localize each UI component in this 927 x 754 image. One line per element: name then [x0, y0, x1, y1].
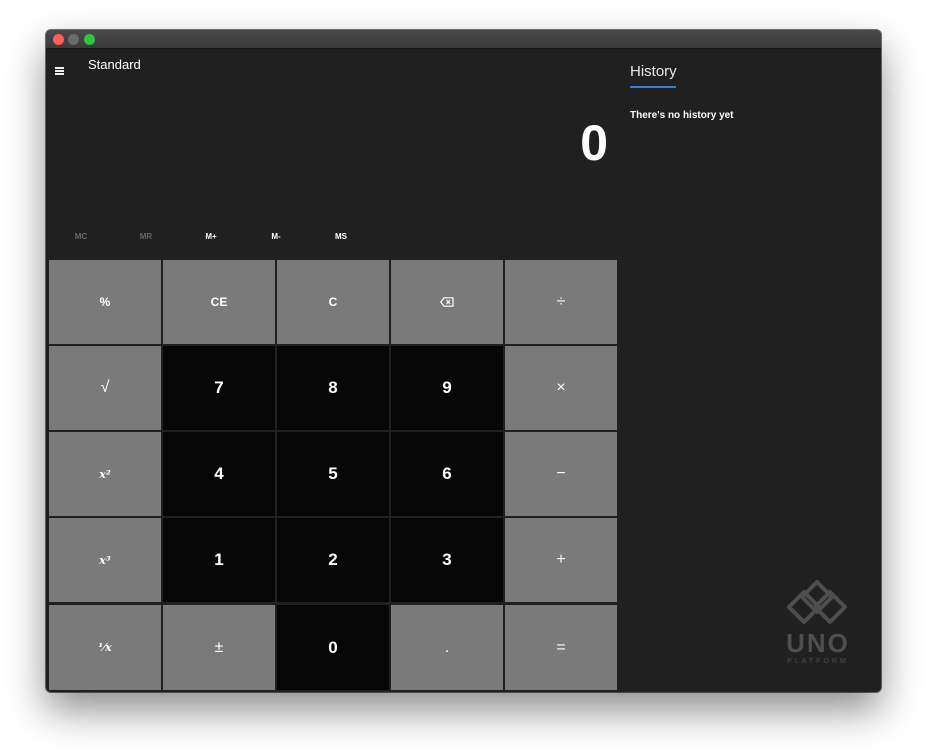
- digit-0-button[interactable]: 0: [277, 605, 389, 690]
- memory-store-button[interactable]: MS: [321, 232, 361, 244]
- minus-button[interactable]: −: [505, 432, 617, 516]
- digit-2-button[interactable]: 2: [277, 518, 389, 602]
- memory-clear-button[interactable]: MC: [61, 232, 101, 244]
- divide-button[interactable]: ÷: [505, 260, 617, 344]
- square-label: x²: [99, 467, 111, 481]
- title-bar[interactable]: [46, 30, 881, 49]
- digit-5-button[interactable]: 5: [277, 432, 389, 516]
- digit-3-button[interactable]: 3: [391, 518, 503, 602]
- multiply-button[interactable]: ×: [505, 346, 617, 430]
- hamburger-menu-icon[interactable]: [54, 65, 66, 77]
- result-display: 0: [580, 115, 608, 171]
- logo-wordmark: UNO: [786, 628, 850, 658]
- digit-8-button[interactable]: 8: [277, 346, 389, 430]
- digit-4-button[interactable]: 4: [163, 432, 275, 516]
- plus-button[interactable]: +: [505, 518, 617, 602]
- square-root-button[interactable]: √: [49, 346, 161, 430]
- decimal-button[interactable]: .: [391, 605, 503, 690]
- digit-1-button[interactable]: 1: [163, 518, 275, 602]
- digit-7-button[interactable]: 7: [163, 346, 275, 430]
- backspace-icon: [440, 297, 454, 307]
- percent-button[interactable]: %: [49, 260, 161, 344]
- mode-title: Standard: [88, 57, 141, 72]
- square-button[interactable]: x²: [49, 432, 161, 516]
- reciprocal-button[interactable]: ⅟x: [49, 605, 161, 690]
- reciprocal-label: ⅟x: [98, 641, 112, 654]
- digit-9-button[interactable]: 9: [391, 346, 503, 430]
- backspace-button[interactable]: [391, 260, 503, 344]
- close-window-button[interactable]: [53, 34, 64, 45]
- clear-button[interactable]: C: [277, 260, 389, 344]
- maximize-window-button[interactable]: [84, 34, 95, 45]
- calculator-window: Standard 0 MC MR M+ M- MS % CE C ÷ √ 7 8…: [46, 30, 881, 692]
- cube-label: x³: [99, 553, 111, 567]
- memory-subtract-button[interactable]: M-: [256, 232, 296, 244]
- logo-tagline: PLATFORM: [787, 658, 849, 665]
- cube-button[interactable]: x³: [49, 518, 161, 602]
- minimize-window-button[interactable]: [68, 34, 79, 45]
- history-tab[interactable]: History: [630, 63, 677, 80]
- memory-recall-button[interactable]: MR: [126, 232, 166, 244]
- history-empty-message: There's no history yet: [630, 110, 734, 121]
- negate-button[interactable]: ±: [163, 605, 275, 690]
- memory-add-button[interactable]: M+: [191, 232, 231, 244]
- equals-button[interactable]: =: [505, 605, 617, 690]
- digit-6-button[interactable]: 6: [391, 432, 503, 516]
- history-tab-indicator: [630, 86, 676, 88]
- clear-entry-button[interactable]: CE: [163, 260, 275, 344]
